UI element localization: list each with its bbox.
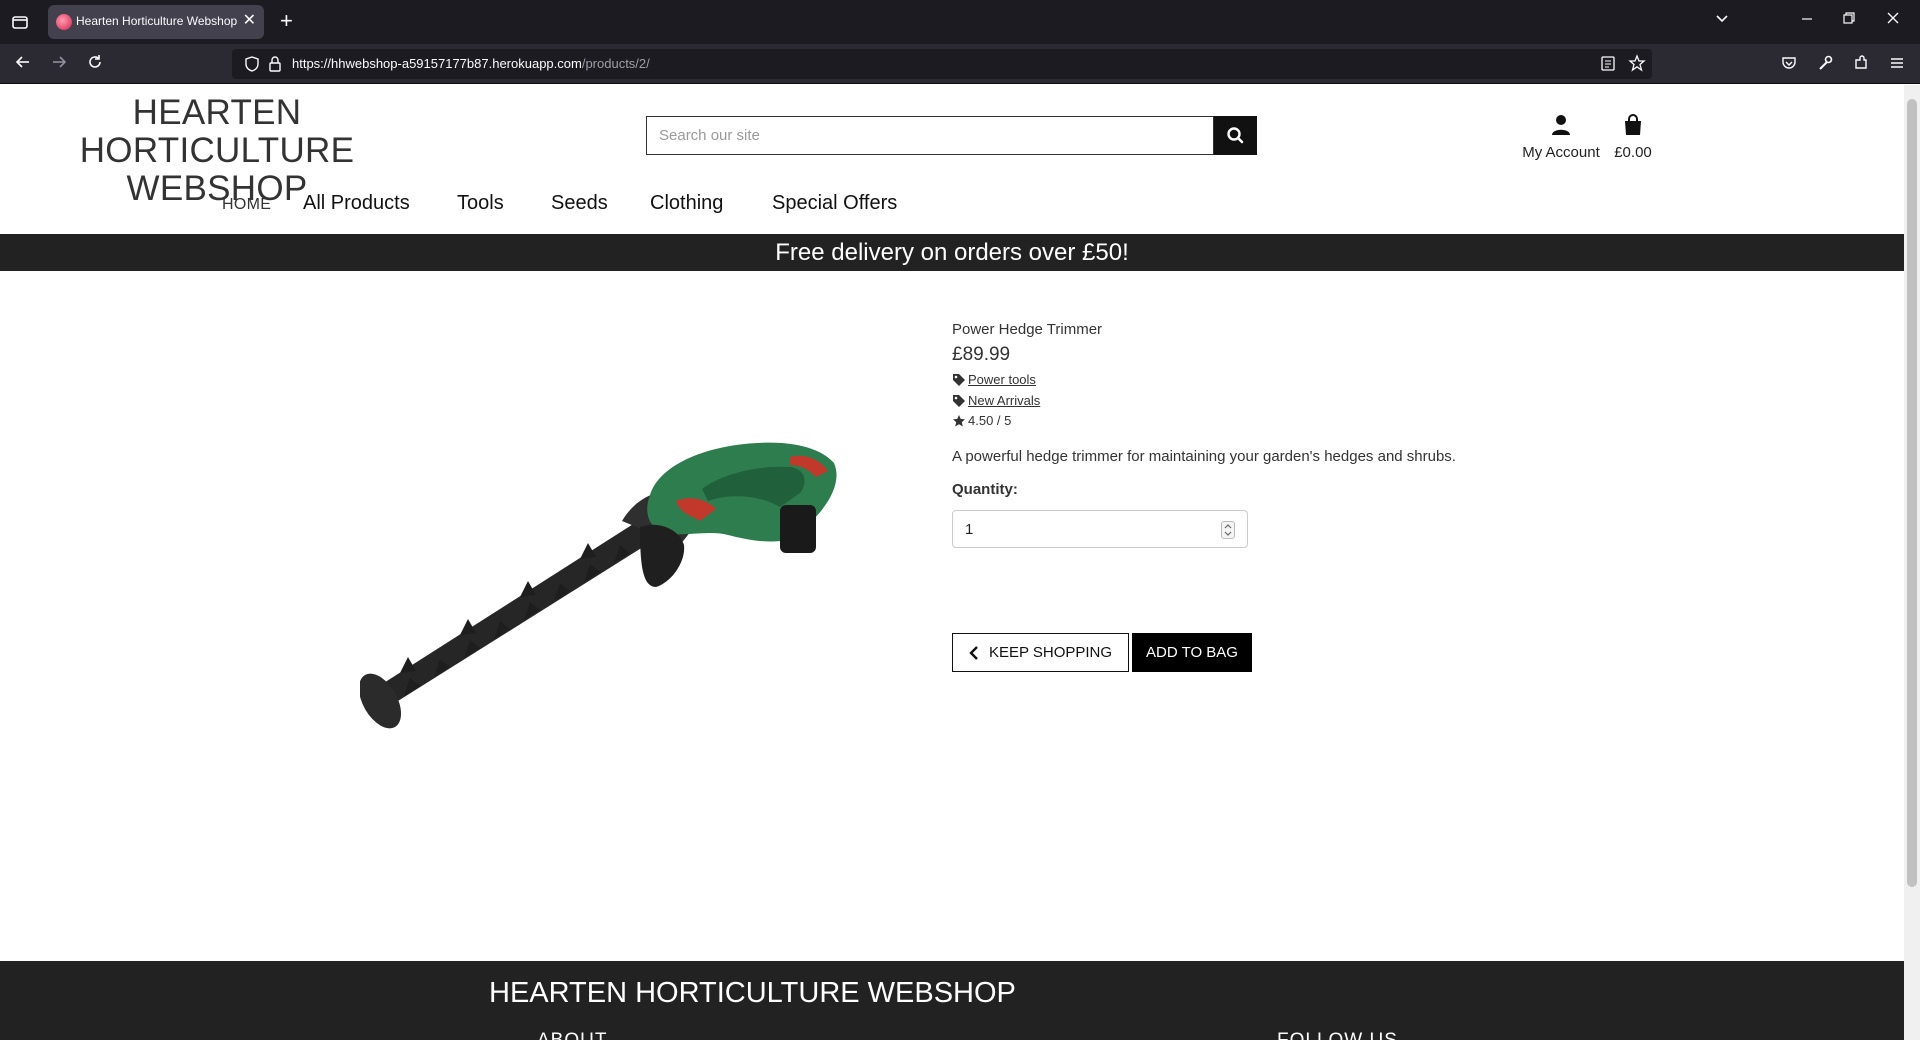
nav-all-products[interactable]: All Products <box>303 192 410 215</box>
search-box <box>646 116 1214 155</box>
product-category-tag: New Arrivals <box>952 393 1652 408</box>
category-link-new-arrivals[interactable]: New Arrivals <box>968 393 1040 408</box>
url-text: https://hhwebshop-a59157177b87.herokuapp… <box>292 56 650 71</box>
address-bar[interactable]: https://hhwebshop-a59157177b87.herokuapp… <box>232 49 1652 79</box>
footer-title: HEARTEN HORTICULTURE WEBSHOP <box>489 977 1016 1009</box>
bag-total: £0.00 <box>1614 144 1652 161</box>
browser-tabbar: Hearten Horticulture Webshop ✕ + <box>0 0 1920 44</box>
chevron-left-icon <box>969 645 978 660</box>
my-account-link[interactable]: My Account <box>1515 113 1607 161</box>
window-close-icon[interactable] <box>1886 10 1900 33</box>
quantity-stepper[interactable] <box>1221 521 1235 539</box>
rating-value: 4.50 / 5 <box>968 413 1012 428</box>
nav-clothing[interactable]: Clothing <box>650 192 723 215</box>
star-icon <box>953 414 965 426</box>
favicon-icon <box>56 14 72 30</box>
keep-shopping-label: KEEP SHOPPING <box>988 644 1113 661</box>
product-image <box>360 442 837 729</box>
category-link-power-tools[interactable]: Power tools <box>968 372 1036 387</box>
site-logo[interactable]: HEARTEN HORTICULTURE WEBSHOP <box>12 94 422 208</box>
tag-icon <box>953 394 965 407</box>
tab-title: Hearten Horticulture Webshop <box>76 14 238 28</box>
forward-icon[interactable] <box>50 53 68 76</box>
browser-navbar: https://hhwebshop-a59157177b87.herokuapp… <box>0 44 1920 84</box>
lock-icon[interactable] <box>268 55 282 78</box>
extensions-icon[interactable] <box>1852 54 1870 77</box>
add-to-bag-button[interactable]: ADD TO BAG <box>1132 633 1252 672</box>
pocket-icon[interactable] <box>1780 54 1798 77</box>
logo-line1: HEARTEN HORTICULTURE <box>79 93 355 170</box>
product-name: Power Hedge Trimmer <box>952 321 1103 338</box>
site-footer: HEARTEN HORTICULTURE WEBSHOP ABOUT FOLLO… <box>0 961 1904 1040</box>
product-category-tag: Power tools <box>952 372 1652 387</box>
shield-icon[interactable] <box>244 55 260 78</box>
my-account-label: My Account <box>1522 144 1600 161</box>
nav-tools[interactable]: Tools <box>457 192 504 215</box>
tag-icon <box>953 373 965 386</box>
back-icon[interactable] <box>14 53 32 76</box>
shopping-bag-link[interactable]: £0.00 <box>1610 113 1656 161</box>
nav-special-offers[interactable]: Special Offers <box>772 192 897 215</box>
stepper-arrows-icon <box>1224 524 1232 536</box>
reload-icon[interactable] <box>86 53 104 76</box>
page-viewport: HEARTEN HORTICULTURE WEBSHOP My Account … <box>0 85 1904 1040</box>
user-icon <box>1552 115 1570 135</box>
bookmark-star-icon[interactable] <box>1628 54 1646 77</box>
tools-wrench-icon[interactable] <box>1816 54 1834 77</box>
product-details: Power Hedge Trimmer £89.99 Power tools N… <box>952 321 1652 672</box>
product-description: A powerful hedge trimmer for maintaining… <box>952 448 1456 465</box>
delivery-banner: Free delivery on orders over £50! <box>0 234 1904 271</box>
new-tab-button[interactable]: + <box>280 8 293 34</box>
product-price: £89.99 <box>952 344 1011 365</box>
search-icon <box>1227 127 1244 144</box>
app-menu-icon[interactable] <box>1888 54 1906 77</box>
add-to-bag-label: ADD TO BAG <box>1146 644 1238 661</box>
shopping-bag-icon <box>1625 114 1641 135</box>
minimize-icon[interactable] <box>1800 10 1814 33</box>
keep-shopping-button[interactable]: KEEP SHOPPING <box>952 633 1129 672</box>
footer-about-heading: ABOUT <box>537 1030 607 1040</box>
restore-icon[interactable] <box>1842 10 1856 33</box>
search-button[interactable] <box>1214 116 1257 155</box>
url-host: https://hhwebshop-a59157177b87.herokuapp… <box>292 56 582 71</box>
quantity-input[interactable] <box>953 511 1213 547</box>
tab-close-icon[interactable]: ✕ <box>243 12 256 30</box>
footer-follow-heading: FOLLOW US <box>1277 1030 1398 1040</box>
url-path: /products/2/ <box>581 56 650 71</box>
nav-home[interactable]: HOME <box>222 196 271 214</box>
product-rating: 4.50 / 5 <box>952 413 1652 428</box>
quantity-field <box>952 510 1248 548</box>
list-all-tabs-icon[interactable] <box>1714 10 1730 33</box>
page-scrollbar[interactable] <box>1904 85 1920 1040</box>
nav-seeds[interactable]: Seeds <box>551 192 608 215</box>
browser-tab-active[interactable]: Hearten Horticulture Webshop ✕ <box>48 5 264 39</box>
scrollbar-thumb[interactable] <box>1907 99 1917 887</box>
quantity-label: Quantity: <box>952 481 1018 498</box>
reader-view-icon[interactable] <box>1600 54 1616 77</box>
tab-list-icon[interactable] <box>10 12 30 32</box>
search-input[interactable] <box>647 117 1213 154</box>
